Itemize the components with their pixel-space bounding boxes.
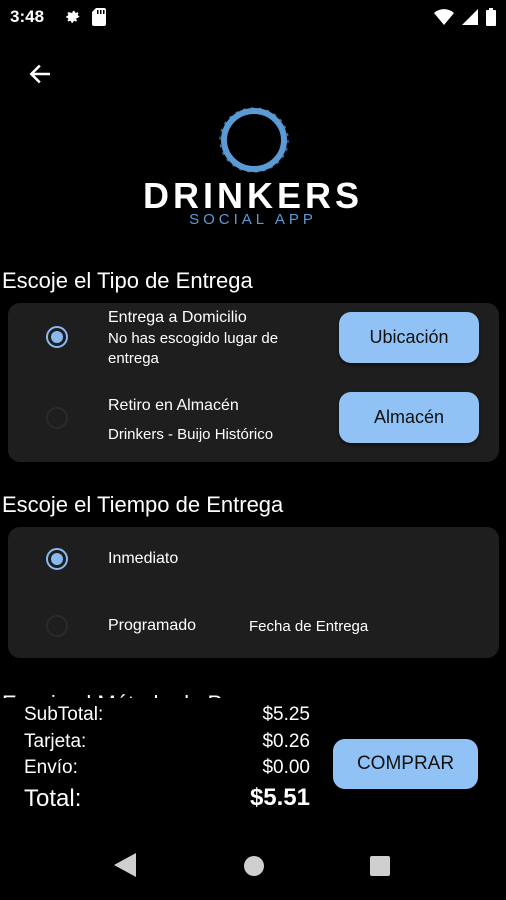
total-value: $5.51 xyxy=(249,784,310,811)
nav-recents-button[interactable] xyxy=(369,855,391,877)
back-arrow-icon xyxy=(29,64,50,84)
delivery-type-card: Entrega a Domicilio No has escogido luga… xyxy=(8,303,499,462)
nav-back-button[interactable] xyxy=(114,853,138,877)
nav-back-icon xyxy=(114,853,136,877)
sd-card-icon xyxy=(92,8,106,26)
radio-scheduled[interactable] xyxy=(46,615,68,637)
back-button[interactable] xyxy=(22,58,58,90)
delivery-type-heading: Escoje el Tipo de Entrega xyxy=(2,268,253,293)
nav-home-button[interactable] xyxy=(243,855,265,877)
buy-button[interactable]: COMPRAR xyxy=(333,739,478,789)
subtotal-value: $5.25 xyxy=(262,704,310,725)
subtotal-label: SubTotal: xyxy=(24,704,104,725)
card-fee-value: $0.26 xyxy=(262,731,310,752)
radio-immediate[interactable] xyxy=(46,548,68,570)
home-delivery-detail: No has escogido lugar de entrega xyxy=(108,330,279,367)
radio-store-pickup[interactable] xyxy=(46,407,68,429)
store-pickup-title: Retiro en Almacén xyxy=(108,397,239,414)
radio-home-delivery[interactable] xyxy=(46,326,68,348)
delivery-time-heading: Escoje el Tiempo de Entrega xyxy=(2,492,284,517)
card-fee-label: Tarjeta: xyxy=(24,731,87,752)
location-button[interactable]: Ubicación xyxy=(339,312,479,363)
logo-subtitle: SOCIAL APP xyxy=(189,211,317,228)
logo-ring-icon xyxy=(219,107,289,173)
status-right-icons xyxy=(434,8,496,26)
total-label: Total: xyxy=(24,785,82,812)
shipping-label: Envío: xyxy=(24,757,78,778)
nav-recents-icon xyxy=(370,856,390,876)
settings-icon xyxy=(66,10,80,23)
store-button[interactable]: Almacén xyxy=(339,392,479,443)
wifi-icon xyxy=(434,9,454,25)
store-pickup-detail: Drinkers - Buijo Histórico xyxy=(108,426,274,443)
delivery-date-link[interactable]: Fecha de Entrega xyxy=(249,617,368,637)
payment-heading: Escoje el Método de Pago xyxy=(2,684,259,698)
signal-icon xyxy=(462,9,478,25)
scheduled-label: Programado xyxy=(108,617,197,634)
nav-home-icon xyxy=(244,856,264,876)
delivery-time-card: Inmediato Programado Fecha de Entrega xyxy=(8,527,499,658)
home-delivery-title: Entrega a Domicilio xyxy=(108,309,247,326)
immediate-label: Inmediato xyxy=(108,550,179,567)
status-time: 3:48 xyxy=(10,7,45,26)
shipping-value: $0.00 xyxy=(262,757,310,778)
status-left-icons xyxy=(64,8,106,26)
battery-icon xyxy=(486,8,496,26)
